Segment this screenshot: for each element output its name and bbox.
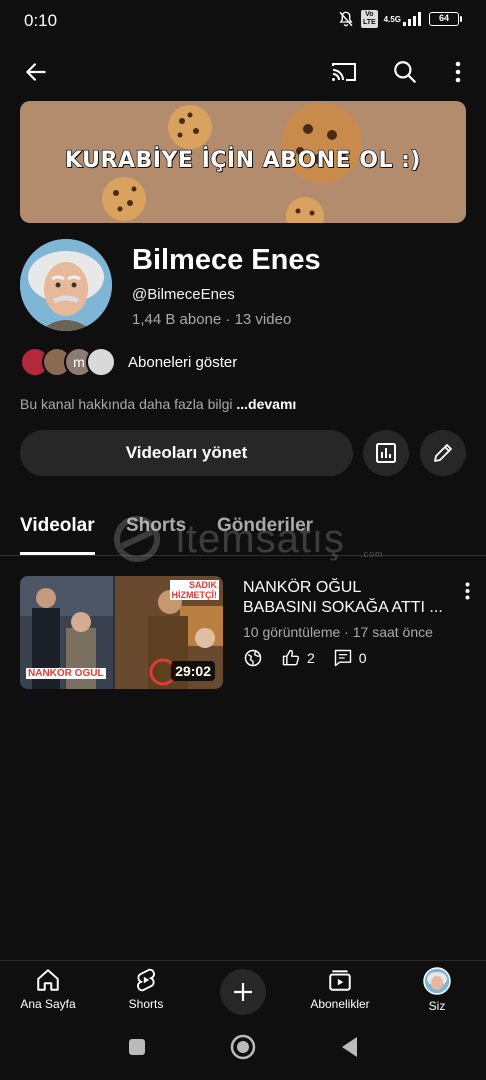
back-button[interactable] xyxy=(18,54,54,90)
pencil-icon xyxy=(434,444,452,462)
video-thumbnail[interactable]: NANKÖR OĞUL SADIK HİZMETÇİ! 29:02 xyxy=(20,576,223,689)
channel-avatar[interactable] xyxy=(20,239,112,331)
watermark-logo-icon xyxy=(114,516,160,562)
watermark-suffix: .com xyxy=(360,549,384,559)
video-title-line1: NANKÖR OĞUL xyxy=(243,579,362,596)
plus-icon xyxy=(234,983,252,1001)
about-more-link[interactable]: ...devamı xyxy=(236,396,296,412)
thumbnail-label-right-line2: HİZMETÇİ! xyxy=(171,590,218,600)
video-title[interactable]: NANKÖR OĞUL BABASINI SOKAĞA ATTI ... xyxy=(243,578,458,618)
cast-button[interactable] xyxy=(326,54,362,90)
channel-handle: @BilmeceEnes xyxy=(132,286,235,303)
square-icon xyxy=(129,1039,145,1055)
channel-name: Bilmece Enes xyxy=(132,244,321,276)
create-button[interactable] xyxy=(220,969,266,1015)
nav-shorts-label: Shorts xyxy=(128,997,164,1011)
channel-banner: KURABİYE İÇİN ABONE OL :) xyxy=(20,101,466,223)
circle-home-icon xyxy=(230,1034,256,1060)
video-options-button[interactable] xyxy=(460,580,474,602)
video-meta: 10 görüntüleme · 17 saat önce xyxy=(243,624,433,640)
globe-icon xyxy=(244,649,262,667)
arrow-left-icon xyxy=(26,63,46,81)
mute-notifications-icon xyxy=(339,11,353,27)
profile-avatar-icon xyxy=(423,967,451,995)
volte-badge-line2: LTE xyxy=(362,19,376,26)
shorts-icon xyxy=(137,968,155,992)
show-subscribers-link[interactable]: Aboneleri göster xyxy=(128,354,237,371)
search-button[interactable] xyxy=(387,54,423,90)
volte-badge-line1: Vo xyxy=(365,11,374,18)
thumbnail-label-right: SADIK HİZMETÇİ! xyxy=(169,580,219,600)
video-title-line2: BABASINI SOKAĞA ATTI ... xyxy=(243,599,443,616)
manage-videos-button[interactable]: Videoları yönet xyxy=(20,430,353,476)
top-app-bar xyxy=(0,48,486,96)
triangle-back-icon xyxy=(342,1037,357,1057)
recent-apps-button[interactable] xyxy=(122,1032,152,1062)
home-system-button[interactable] xyxy=(228,1032,258,1062)
subscriber-avatar xyxy=(86,347,116,377)
nav-subscriptions-label: Abonelikler xyxy=(310,997,370,1011)
video-list-item[interactable]: NANKÖR OĞUL SADIK HİZMETÇİ! 29:02 NANKÖR… xyxy=(20,576,480,690)
thumbnail-label-right-line1: SADIK xyxy=(188,580,217,590)
nav-you-label: Siz xyxy=(428,999,446,1013)
nav-home-label: Ana Sayfa xyxy=(20,997,76,1011)
watermark-text: itemsatış xyxy=(176,516,346,561)
search-icon xyxy=(394,61,416,83)
nav-shorts[interactable]: Shorts xyxy=(101,967,191,1011)
comment-count: 0 xyxy=(358,650,367,666)
status-time: 0:10 xyxy=(24,11,58,30)
banner-text: KURABİYE İÇİN ABONE OL :) xyxy=(64,147,421,173)
home-icon xyxy=(37,969,59,991)
battery-cap xyxy=(460,16,462,22)
like-count: 2 xyxy=(307,650,315,666)
comment-icon xyxy=(334,649,352,667)
video-duration: 29:02 xyxy=(171,661,215,681)
signal-icon xyxy=(403,12,421,26)
subscribers-preview[interactable]: m Aboneleri göster xyxy=(20,345,237,379)
battery-level: 64 xyxy=(429,12,459,26)
nav-subscriptions[interactable]: Abonelikler xyxy=(295,967,385,1011)
bar-chart-icon xyxy=(376,443,396,463)
about-text: Bu kanal hakkında daha fazla bilgi xyxy=(20,396,233,412)
einstein-avatar-image xyxy=(20,239,112,331)
cast-icon xyxy=(332,63,356,81)
system-navigation-bar xyxy=(0,1020,486,1080)
more-vertical-icon xyxy=(465,582,469,600)
back-system-button[interactable] xyxy=(334,1032,364,1062)
bottom-navigation: Ana Sayfa Shorts Abonelikler Siz xyxy=(0,960,486,1020)
network-type: 4.5G xyxy=(383,14,401,24)
video-stats-row: 2 0 xyxy=(243,648,367,668)
channel-about[interactable]: Bu kanal hakkında daha fazla bilgi ...de… xyxy=(20,396,296,412)
thumbnail-label-left: NANKÖR OĞUL xyxy=(26,668,106,679)
status-icons: Vo LTE 4.5G 64 xyxy=(337,10,462,28)
nav-you[interactable]: Siz xyxy=(392,967,482,1013)
watermark: itemsatış xyxy=(104,516,345,562)
channel-stats: 1,44 B abone · 13 video xyxy=(132,311,292,328)
thumbs-up-icon xyxy=(282,649,300,666)
more-vertical-icon xyxy=(455,61,461,83)
edit-channel-button[interactable] xyxy=(420,430,466,476)
volte-badge: Vo LTE xyxy=(360,10,378,28)
active-tab-indicator xyxy=(20,552,95,555)
subscriptions-icon xyxy=(329,970,351,991)
analytics-button[interactable] xyxy=(363,430,409,476)
status-bar: 0:10 Vo LTE 4.5G 64 xyxy=(0,0,486,40)
nav-home[interactable]: Ana Sayfa xyxy=(3,967,93,1011)
more-options-button[interactable] xyxy=(440,54,476,90)
tab-videos[interactable]: Videolar xyxy=(20,515,95,537)
battery-indicator: 64 xyxy=(429,12,462,26)
